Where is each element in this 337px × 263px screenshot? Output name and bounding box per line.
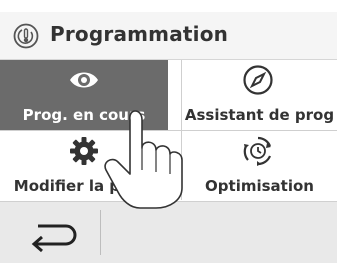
header-bar: Programmation: [0, 12, 337, 60]
programmation-screen: Programmation Prog. en cours Assistant d…: [0, 0, 337, 263]
tile-label: Assistant de prog: [184, 106, 335, 124]
tile-label: Modifier la prog.: [13, 177, 155, 195]
tile-label: Prog. en cours: [22, 106, 146, 124]
tile-optimisation[interactable]: Optimisation: [182, 131, 337, 201]
tile-modifier-la-prog[interactable]: Modifier la prog.: [0, 131, 168, 201]
page-title: Programmation: [50, 22, 229, 46]
footer-divider: [100, 210, 101, 255]
eye-icon: [70, 72, 98, 88]
footer-bar: [0, 201, 337, 263]
tile-assistant-de-prog[interactable]: Assistant de prog: [182, 60, 337, 130]
clock-cycle-icon: [243, 136, 272, 166]
grid-divider-horizontal: [0, 130, 337, 131]
back-arrow-icon[interactable]: [10, 216, 100, 256]
compass-icon: [243, 65, 273, 95]
tile-label: Optimisation: [205, 177, 314, 195]
gear-icon: [70, 137, 98, 165]
clock-thermometer-icon: [13, 23, 39, 49]
tile-prog-en-cours[interactable]: Prog. en cours: [0, 60, 168, 130]
